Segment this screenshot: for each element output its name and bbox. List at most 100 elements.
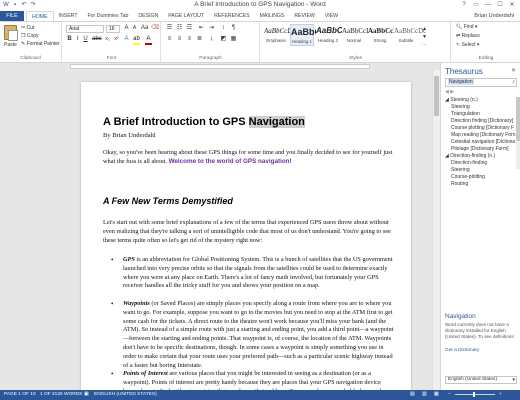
styles-scroll-up-icon[interactable]: ▲ (421, 26, 428, 33)
increase-indent-icon[interactable]: ⇥ (208, 25, 215, 32)
strikethrough-icon[interactable]: abc (92, 36, 102, 43)
section-heading[interactable]: A Few New Terms Demystified (103, 196, 233, 206)
proofing-icon[interactable]: ▣ (84, 390, 89, 400)
minimize-button[interactable]: — (482, 0, 494, 10)
section-intro-paragraph[interactable]: Let's start out with some brief explanat… (103, 219, 393, 245)
user-name[interactable]: Brian Underdahl (474, 11, 514, 21)
sort-icon[interactable]: ↕ (220, 25, 227, 32)
synonym-list-scrollbar[interactable] (516, 97, 520, 169)
copy-button[interactable]: ❐ Copy (21, 33, 39, 39)
get-dictionary-link[interactable]: Get a Dictionary (445, 348, 479, 353)
close-pane-icon[interactable]: ✕ (511, 67, 516, 74)
maximize-button[interactable]: ☐ (494, 0, 506, 10)
highlight-color-icon[interactable]: ab (133, 36, 140, 45)
read-mode-icon[interactable]: ▤ (410, 390, 415, 400)
shrink-font-icon[interactable]: A (131, 25, 138, 32)
synonym-item[interactable]: Steering (451, 104, 470, 110)
word-count[interactable]: 1 OF 2126 WORDS (40, 390, 82, 400)
styles-group: AaBbCcDc Emphasis AaBbC Heading 1 AaBbCc… (261, 22, 451, 62)
text-effects-icon[interactable]: A (123, 36, 130, 43)
list-item[interactable]: Waypoints (or Saved Places) are simply p… (111, 300, 395, 370)
cut-button[interactable]: ✂ Cut (21, 25, 34, 31)
paste-icon[interactable] (4, 25, 18, 41)
clear-formatting-icon[interactable]: ⌫ (151, 25, 159, 32)
format-painter-button[interactable]: ✎ Format Painter (21, 41, 60, 47)
align-right-icon[interactable]: ≡ (186, 36, 193, 43)
search-icon[interactable]: ⌕ (512, 79, 515, 86)
synonym-item[interactable]: Course-plotting (451, 174, 485, 180)
web-layout-icon[interactable]: ▦ (434, 390, 439, 400)
select-button[interactable]: ↖ Select ▾ (456, 42, 479, 48)
style-heading-2[interactable]: AaBbCc Heading 2 (316, 24, 347, 46)
bullets-icon[interactable]: ☰ (166, 25, 173, 32)
shading-icon[interactable]: ◩ (220, 36, 227, 43)
thesaurus-search-input[interactable]: Navigation ⌕ (445, 78, 517, 87)
synonym-item[interactable]: Pilotage [Dictionary Form] (451, 146, 509, 152)
bold-icon[interactable]: B (66, 36, 73, 43)
synonym-item[interactable]: Course plotting [Dictionary F (451, 125, 514, 131)
grow-font-icon[interactable]: A (123, 25, 130, 32)
help-button[interactable]: ? (458, 0, 470, 10)
synonym-item[interactable]: Triangulation (451, 111, 480, 117)
tab-file[interactable]: FILE (0, 11, 24, 21)
style-strong[interactable]: AaBbCcDc Strong (368, 24, 401, 46)
align-left-icon[interactable]: ≡ (166, 36, 173, 43)
numbering-icon[interactable]: ☷ (176, 25, 183, 32)
style-normal[interactable]: AaBbCcDc Normal (342, 24, 374, 46)
font-name-combobox[interactable]: Arial (66, 25, 104, 33)
borders-icon[interactable]: ▦ (230, 36, 237, 43)
font-color-icon[interactable]: A (145, 36, 152, 45)
scrollbar-thumb[interactable] (516, 97, 520, 141)
synonym-group-heading[interactable]: ◢ Steering (n.) (445, 97, 478, 103)
italic-icon[interactable]: I (74, 36, 81, 43)
style-heading-1[interactable]: AaBbC Heading 1 (290, 24, 321, 46)
find-button[interactable]: 🔍︎ Find ▾ (456, 24, 477, 30)
document-page[interactable]: A Brief Introduction to GPS Navigation B… (81, 82, 411, 390)
style-subtitle[interactable]: AaBbCcDc Subtitle (394, 24, 426, 46)
align-center-icon[interactable]: ≡ (176, 36, 183, 43)
ribbon-display-button[interactable]: ▭ (470, 0, 482, 10)
synonym-item[interactable]: Map reading [Dictionary Forn (451, 132, 515, 138)
line-spacing-icon[interactable]: ↨ (208, 36, 215, 43)
print-layout-icon[interactable]: ▥ (422, 390, 427, 400)
list-item[interactable]: GPS is an abbreviation for Global Positi… (111, 256, 395, 291)
welcome-text[interactable]: Welcome to the world of GPS navigation! (169, 158, 292, 165)
zoom-out-button[interactable]: − (448, 390, 451, 400)
justify-icon[interactable]: ≣ (196, 36, 203, 43)
replace-button[interactable]: ⇄ Replace (456, 33, 480, 39)
list-item[interactable]: Points of Interest are various places th… (111, 370, 395, 390)
close-button[interactable]: ✕ (506, 0, 518, 10)
document-title[interactable]: A Brief Introduction to GPS Navigation (103, 116, 305, 128)
synonym-item[interactable]: Routing (451, 181, 468, 187)
font-size-combobox[interactable]: 16 (106, 25, 120, 33)
synonym-item[interactable]: Direction-finding (451, 160, 487, 166)
show-marks-icon[interactable]: ¶ (230, 25, 237, 32)
document-byline[interactable]: By Brian Underdahl (103, 132, 156, 139)
underline-icon[interactable]: U (82, 36, 89, 43)
styles-scroll-down-icon[interactable]: ▼ (421, 34, 428, 41)
selected-word[interactable]: Navigation (248, 116, 305, 128)
intro-paragraph[interactable]: Okay, so you've been hearing about these… (103, 149, 393, 167)
language-indicator[interactable]: ENGLISH (UNITED STATES) (94, 390, 157, 400)
decrease-indent-icon[interactable]: ⇤ (198, 25, 205, 32)
synonym-item[interactable]: Direction finding [Dictionary] (451, 118, 513, 124)
document-scrollbar[interactable] (432, 70, 440, 390)
zoom-slider-handle[interactable] (473, 392, 475, 397)
page-count[interactable]: PAGE 1 OF 10 (4, 390, 36, 400)
paste-button[interactable]: Paste (4, 42, 17, 48)
multilevel-list-icon[interactable]: ☲ (186, 25, 193, 32)
synonym-group-heading[interactable]: ◢ Direction-finding (n.) (445, 153, 495, 159)
pane-back-forward-icon[interactable]: ◀ ▶ (445, 89, 454, 95)
language-select[interactable]: English (United States) ▾ (445, 376, 517, 384)
styles-more-icon[interactable]: ⋯ (421, 42, 428, 49)
subscript-icon[interactable]: x₂ (104, 36, 111, 43)
horizontal-ruler[interactable] (70, 64, 370, 69)
scrollbar-thumb[interactable] (434, 76, 439, 116)
synonym-item[interactable]: Steering (451, 167, 470, 173)
style-emphasis[interactable]: AaBbCcDc Emphasis (264, 24, 296, 46)
zoom-slider[interactable] (455, 394, 495, 395)
change-case-icon[interactable]: Aa (141, 25, 148, 32)
synonym-item[interactable]: Celestial navigation [Dictiona (451, 139, 515, 145)
zoom-in-button[interactable]: + (499, 390, 502, 400)
superscript-icon[interactable]: x² (113, 36, 120, 43)
